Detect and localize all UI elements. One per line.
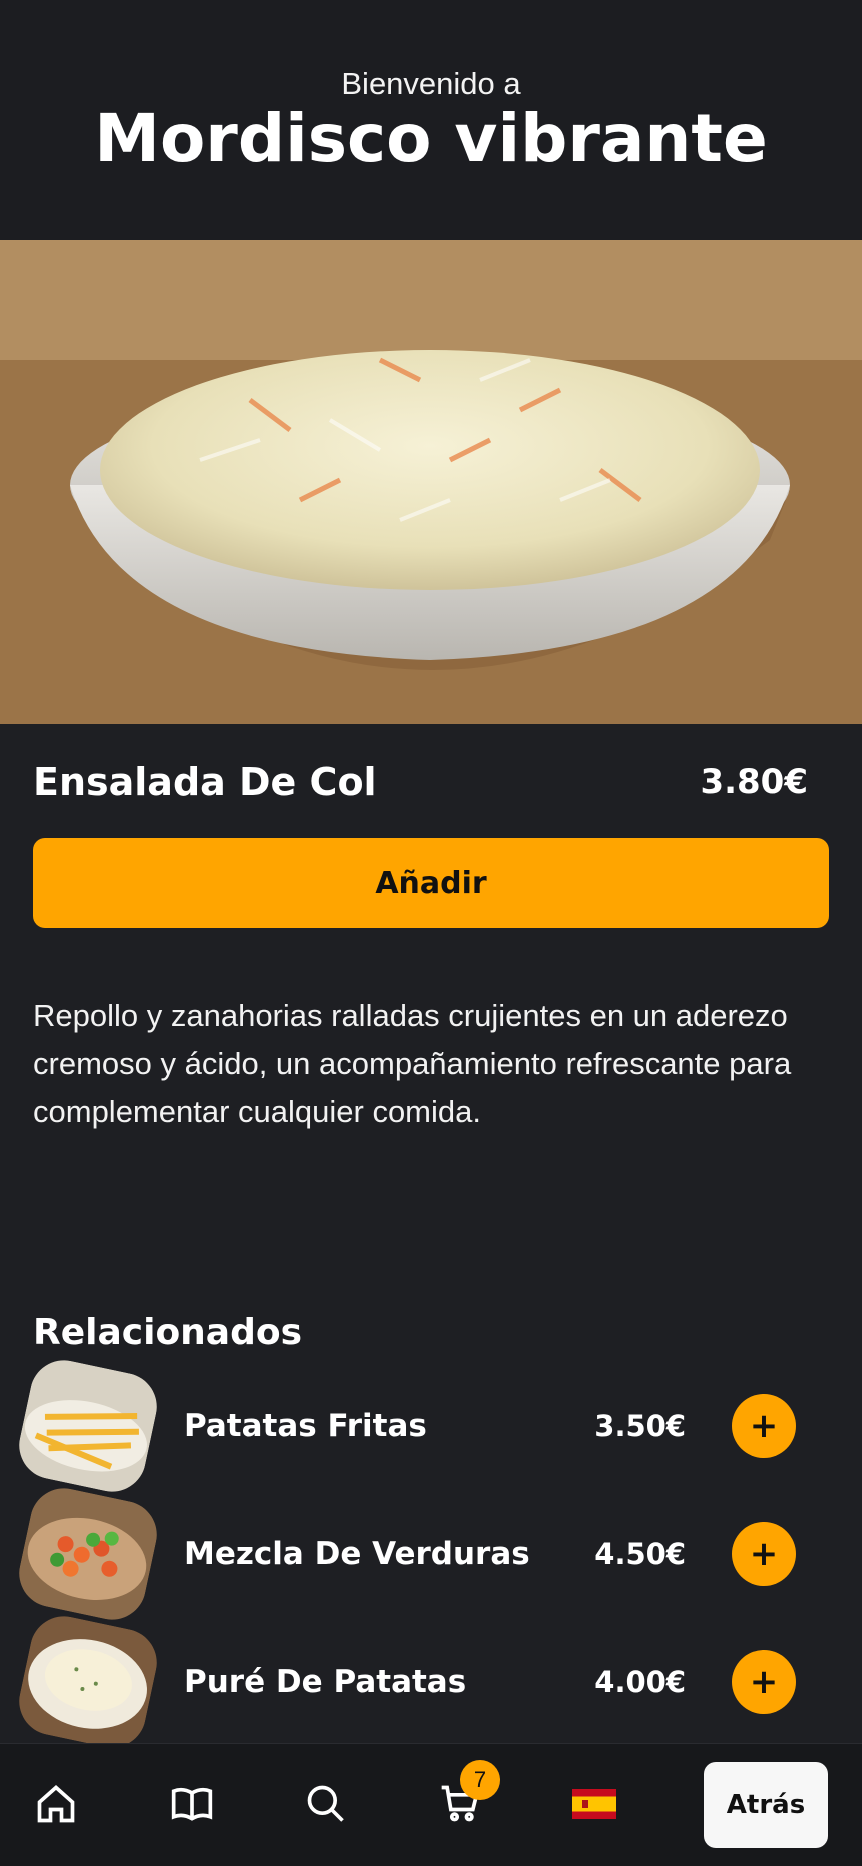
add-related-button[interactable]: + [732,1394,796,1458]
related-item-price: 3.50€ [594,1409,686,1443]
home-icon[interactable] [26,1774,86,1834]
related-heading: Relacionados [33,1312,303,1353]
related-item-name: Mezcla De Verduras [184,1536,530,1572]
brand-title: Mordisco vibrante [94,100,768,177]
header: Bienvenido a Mordisco vibrante [0,0,862,240]
cart-icon[interactable]: 7 [430,1760,500,1834]
product-description: Repollo y zanahorias ralladas crujientes… [33,998,792,1129]
product-title: Ensalada De Col [33,760,377,804]
back-button[interactable]: Atrás [704,1762,828,1848]
search-icon[interactable] [296,1774,356,1834]
related-item[interactable]: Mezcla De Verduras 4.50€ + [0,1482,862,1626]
related-item-price: 4.50€ [594,1537,686,1571]
related-list: Patatas Fritas 3.50€ + Mezcla De Verdura… [0,1354,862,1754]
related-item-image [12,1482,164,1626]
bottom-nav: 7 Atrás [0,1743,862,1866]
welcome-text: Bienvenido a [341,66,521,101]
related-item-name: Puré De Patatas [184,1664,467,1700]
menu-book-icon[interactable] [162,1774,222,1834]
related-item-name: Patatas Fritas [184,1408,427,1444]
add-to-cart-button[interactable]: Añadir [33,838,829,928]
related-item-image [12,1610,164,1754]
related-item[interactable]: Puré De Patatas 4.00€ + [0,1610,862,1754]
spain-flag-icon[interactable] [564,1774,624,1834]
product-price: 3.80€ [700,762,808,802]
cart-count-badge: 7 [460,1760,500,1800]
product-title-row: Ensalada De Col 3.80€ [33,760,808,804]
add-related-button[interactable]: + [732,1522,796,1586]
product-image [0,240,862,724]
related-item-price: 4.00€ [594,1665,686,1699]
related-item-image [12,1354,164,1498]
related-item[interactable]: Patatas Fritas 3.50€ + [0,1354,862,1498]
add-related-button[interactable]: + [732,1650,796,1714]
